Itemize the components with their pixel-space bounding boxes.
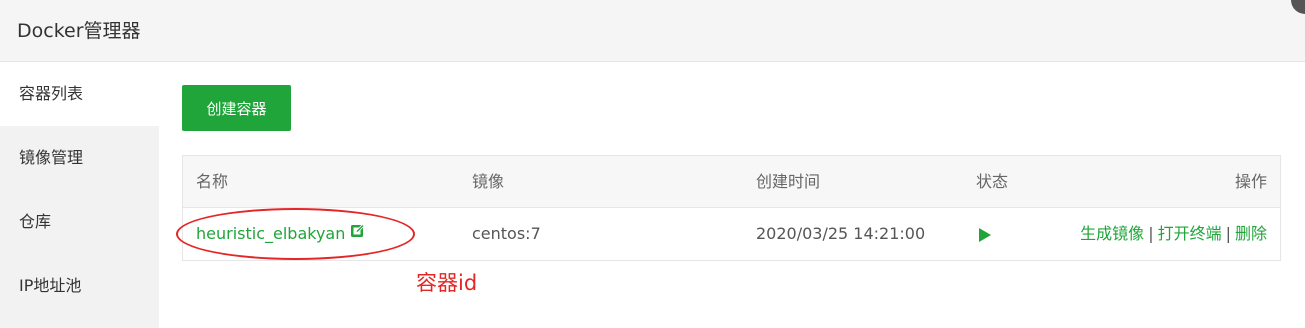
sidebar: 容器列表 镜像管理 仓库 IP地址池 bbox=[0, 62, 159, 328]
sidebar-item-label: 仓库 bbox=[19, 212, 52, 231]
create-container-button[interactable]: 创建容器 bbox=[182, 85, 291, 131]
header-created: 创建时间 bbox=[756, 172, 821, 191]
header-name: 名称 bbox=[196, 172, 229, 191]
container-created-cell: 2020/03/25 14:21:00 bbox=[756, 224, 926, 243]
main-panel: 创建容器 名称 镜像 创建时间 状态 操作 heuristic_elbakyan bbox=[159, 62, 1305, 328]
header-actions: 操作 bbox=[1234, 172, 1267, 191]
container-status-cell bbox=[976, 208, 991, 260]
annotation-label: 容器id bbox=[416, 271, 478, 295]
sidebar-item-repository[interactable]: 仓库 bbox=[0, 190, 159, 254]
action-separator: | bbox=[1225, 224, 1231, 243]
close-icon[interactable] bbox=[1291, 0, 1305, 14]
header-image: 镜像 bbox=[472, 172, 505, 191]
container-name-cell: heuristic_elbakyan bbox=[196, 208, 366, 260]
action-separator: | bbox=[1148, 224, 1154, 243]
sidebar-item-label: IP地址池 bbox=[19, 276, 82, 295]
container-name-link[interactable]: heuristic_elbakyan bbox=[196, 224, 345, 243]
sidebar-item-label: 容器列表 bbox=[19, 84, 84, 103]
container-table: 名称 镜像 创建时间 状态 操作 heuristic_elbakyan cent… bbox=[182, 155, 1281, 261]
window-title: Docker管理器 bbox=[17, 20, 141, 42]
table-row: heuristic_elbakyan centos:7 2020/03/25 1… bbox=[183, 208, 1280, 260]
docker-manager-window: Docker管理器 容器列表 镜像管理 仓库 IP地址池 创建容器 名称 镜像 … bbox=[0, 0, 1305, 328]
sidebar-item-container-list[interactable]: 容器列表 bbox=[0, 62, 159, 126]
container-actions-cell: 生成镜像 | 打开终端 | 删除 bbox=[1080, 208, 1267, 260]
sidebar-item-image-management[interactable]: 镜像管理 bbox=[0, 126, 159, 190]
open-terminal-link[interactable]: 打开终端 bbox=[1158, 224, 1222, 243]
sidebar-item-label: 镜像管理 bbox=[19, 148, 84, 167]
sidebar-item-ip-pool[interactable]: IP地址池 bbox=[0, 254, 159, 318]
title-bar: Docker管理器 bbox=[0, 0, 1305, 62]
edit-icon[interactable] bbox=[350, 207, 366, 259]
header-status: 状态 bbox=[976, 172, 1009, 191]
table-header: 名称 镜像 创建时间 状态 操作 bbox=[183, 156, 1280, 208]
make-image-link[interactable]: 生成镜像 bbox=[1080, 224, 1144, 243]
delete-link[interactable]: 删除 bbox=[1235, 224, 1267, 243]
container-image-cell: centos:7 bbox=[472, 224, 541, 243]
play-icon[interactable] bbox=[979, 227, 991, 242]
